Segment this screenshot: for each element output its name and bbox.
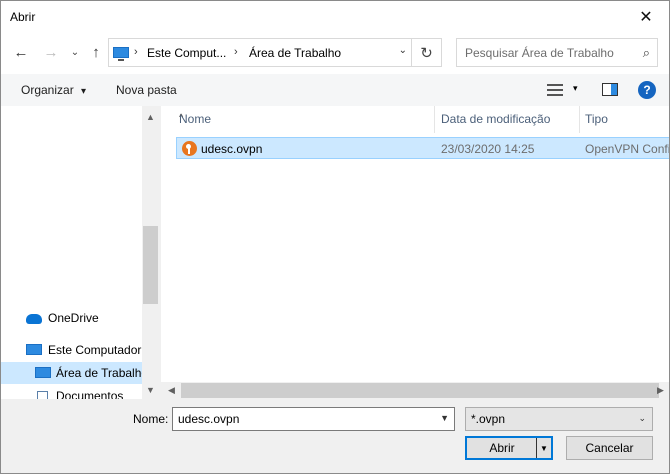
column-header-label: Data de modificação: [441, 112, 551, 126]
refresh-icon: ↻: [420, 44, 433, 62]
chevron-down-icon: ▾: [81, 86, 87, 97]
search-icon: ⌕: [642, 45, 650, 60]
scroll-left-button[interactable]: ◀: [163, 382, 180, 399]
sidebar-item-label: Área de Trabalho: [56, 366, 142, 380]
breadcrumb-this-pc[interactable]: Este Comput...: [147, 46, 226, 60]
file-row[interactable]: udesc.ovpn 23/03/2020 14:25 OpenVPN Conf…: [176, 137, 669, 159]
file-modified: 23/03/2020 14:25: [441, 142, 535, 156]
column-header-name[interactable]: Nome ^: [173, 106, 433, 133]
chevron-down-icon: ⌄: [638, 413, 646, 423]
scrollbar-thumb[interactable]: [143, 226, 158, 304]
documents-icon: [37, 391, 48, 399]
breadcrumb-separator: ›: [134, 46, 138, 58]
column-header-label: Tipo: [585, 112, 608, 126]
file-name-dropdown-icon[interactable]: ▼: [440, 413, 449, 423]
forward-button[interactable]: →: [41, 42, 61, 62]
forward-arrow-icon: →: [43, 43, 59, 61]
title-bar: Abrir ✕: [1, 1, 669, 32]
new-folder-button[interactable]: Nova pasta: [116, 83, 177, 97]
chevron-down-icon: ⌄: [70, 46, 80, 58]
openvpn-icon: [182, 141, 197, 156]
file-type: OpenVPN Confi: [585, 142, 669, 156]
sidebar-item-documents[interactable]: Documentos: [1, 385, 142, 399]
file-name-field[interactable]: udesc.ovpn ▼: [172, 407, 455, 431]
navigation-bar: ← → ⌄ ↑ › Este Comput... › Área de Traba…: [1, 32, 669, 74]
back-button[interactable]: ←: [11, 42, 31, 62]
onedrive-icon: [26, 314, 42, 324]
column-header-modified[interactable]: Data de modificação: [435, 106, 579, 133]
file-name-label: Nome:: [133, 412, 169, 426]
scroll-up-button[interactable]: ▲: [142, 108, 159, 125]
scrollbar-thumb[interactable]: [181, 383, 659, 398]
computer-icon: [113, 47, 129, 61]
close-button[interactable]: ✕: [623, 1, 669, 32]
column-header-label: Nome: [179, 112, 212, 126]
organize-button[interactable]: Organizar ▾: [21, 83, 86, 97]
search-placeholder: Pesquisar Área de Trabalho: [465, 46, 614, 60]
search-box[interactable]: Pesquisar Área de Trabalho ⌕: [456, 38, 658, 67]
scroll-up-icon: ▲: [146, 111, 155, 122]
scroll-right-button[interactable]: ▶: [652, 382, 669, 399]
file-list: Nome ^ Data de modificação Tipo udesc.ov…: [161, 106, 669, 382]
breadcrumb-desktop[interactable]: Área de Trabalho: [249, 46, 341, 60]
close-icon: ✕: [639, 8, 653, 26]
scroll-down-button[interactable]: ▼: [142, 381, 159, 398]
sidebar-item-label: Documentos: [56, 389, 124, 399]
scroll-left-icon: ◀: [168, 385, 175, 395]
window-title: Abrir: [10, 10, 36, 24]
breadcrumb-separator: ›: [234, 46, 238, 58]
sidebar-item-desktop[interactable]: Área de Trabalho: [1, 362, 142, 384]
scroll-right-icon: ▶: [657, 385, 664, 395]
sidebar-item-label: OneDrive: [48, 311, 99, 325]
file-type-filter[interactable]: *.ovpn ⌄: [465, 407, 653, 431]
dialog-footer: Nome: udesc.ovpn ▼ *.ovpn ⌄ Abrir ▼ Canc…: [1, 399, 669, 473]
open-button[interactable]: Abrir ▼: [465, 436, 553, 460]
back-arrow-icon: ←: [13, 43, 29, 61]
computer-icon: [26, 344, 42, 355]
open-options-dropdown[interactable]: ▼: [536, 438, 551, 458]
sidebar-item-this-pc[interactable]: Este Computador: [1, 339, 142, 361]
organize-label: Organizar: [21, 83, 74, 97]
sort-ascending-icon: ^: [179, 112, 184, 122]
navigation-scrollbar[interactable]: ▲ ▼: [142, 106, 159, 399]
navigation-pane: OneDrive Este Computador Área de Trabalh…: [1, 106, 142, 399]
desktop-icon: [35, 367, 51, 378]
open-button-label: Abrir: [489, 441, 515, 455]
sidebar-item-onedrive[interactable]: OneDrive: [1, 307, 142, 329]
refresh-button[interactable]: ↻: [412, 38, 442, 67]
address-dropdown-icon[interactable]: ⌄: [399, 45, 407, 56]
file-name-value: udesc.ovpn: [178, 412, 240, 426]
file-name: udesc.ovpn: [201, 142, 263, 156]
help-icon[interactable]: ?: [638, 81, 656, 99]
up-arrow-icon: ↑: [92, 43, 100, 61]
cancel-button[interactable]: Cancelar: [566, 436, 653, 460]
open-file-dialog: Abrir ✕ ← → ⌄ ↑ › Este Comput... › Área …: [0, 0, 670, 474]
up-button[interactable]: ↑: [86, 42, 106, 62]
file-list-horizontal-scrollbar[interactable]: ◀ ▶: [161, 382, 669, 399]
view-options-dropdown[interactable]: ▾: [573, 83, 578, 94]
file-type-filter-value: *.ovpn: [471, 412, 506, 426]
column-header-type[interactable]: Tipo: [579, 106, 669, 133]
recent-locations-button[interactable]: ⌄: [65, 42, 85, 62]
scroll-down-icon: ▼: [146, 384, 155, 395]
sidebar-item-label: Este Computador: [48, 343, 142, 357]
view-details-icon[interactable]: [547, 84, 563, 96]
preview-pane-icon[interactable]: [602, 83, 618, 96]
address-bar[interactable]: › Este Comput... › Área de Trabalho ⌄: [108, 38, 412, 67]
command-bar: Organizar ▾ Nova pasta ▾ ?: [1, 74, 669, 106]
